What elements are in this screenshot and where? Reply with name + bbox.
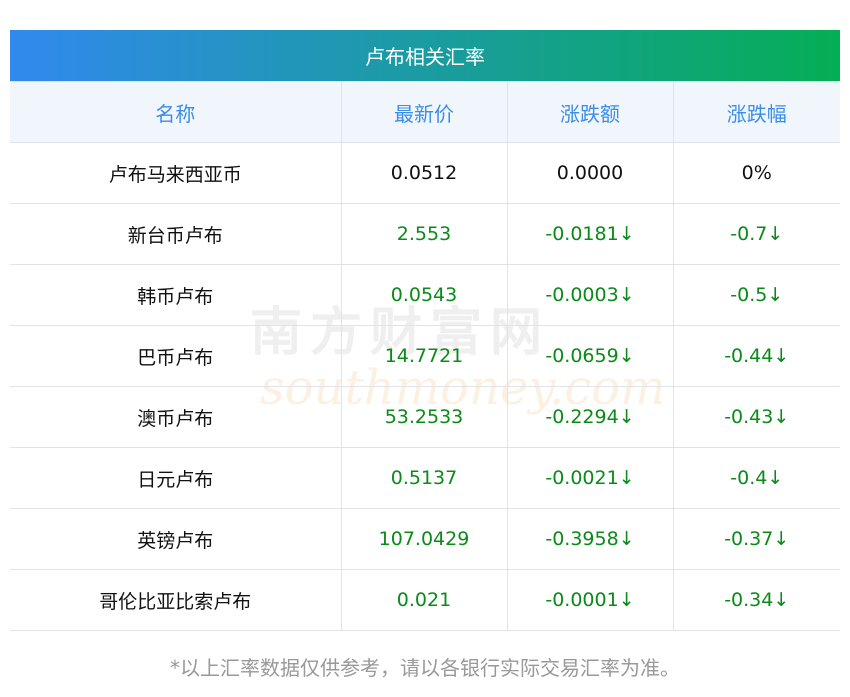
cell-pct: -0.34↓ [672, 569, 840, 631]
rate-table: 名称 最新价 涨跌额 涨跌幅 卢布马来西亚币 0.0512 0.0000 0% 新台币卢… [10, 81, 840, 631]
table-row: 新台币卢布 2.553 -0.0181↓ -0.7↓ [10, 203, 840, 265]
cell-change: -0.0659↓ [506, 325, 674, 387]
table-row: 巴币卢布 14.7721 -0.0659↓ -0.44↓ [10, 325, 840, 387]
cell-pct: -0.5↓ [672, 264, 840, 326]
table-row: 英镑卢布 107.0429 -0.3958↓ -0.37↓ [10, 508, 840, 570]
cell-change: 0.0000 [506, 142, 674, 204]
cell-change: -0.2294↓ [506, 386, 674, 448]
cell-price: 14.7721 [340, 325, 508, 387]
cell-pct: -0.44↓ [672, 325, 840, 387]
cell-price: 0.021 [340, 569, 508, 631]
table-row: 澳币卢布 53.2533 -0.2294↓ -0.43↓ [10, 386, 840, 448]
col-name: 名称 [10, 81, 342, 143]
cell-price: 0.0512 [340, 142, 508, 204]
cell-pct: -0.4↓ [672, 447, 840, 509]
cell-change: -0.0181↓ [506, 203, 674, 265]
panel-title: 卢布相关汇率 [10, 30, 840, 81]
disclaimer: *以上汇率数据仅供参考，请以各银行实际交易汇率为准。 [170, 656, 680, 680]
cell-pct: -0.43↓ [672, 386, 840, 448]
rate-table-panel: 卢布相关汇率 名称 最新价 涨跌额 涨跌幅 卢布马来西亚币 0.0512 0.000… [10, 30, 840, 631]
cell-price: 0.5137 [340, 447, 508, 509]
cell-price: 2.553 [340, 203, 508, 265]
cell-pct: -0.37↓ [672, 508, 840, 570]
col-pct: 涨跌幅 [672, 81, 840, 143]
table-row: 日元卢布 0.5137 -0.0021↓ -0.4↓ [10, 447, 840, 509]
cell-name: 日元卢布 [10, 447, 342, 509]
cell-name: 卢布马来西亚币 [10, 142, 342, 204]
cell-change: -0.0003↓ [506, 264, 674, 326]
cell-pct: -0.7↓ [672, 203, 840, 265]
table-header-row: 名称 最新价 涨跌额 涨跌幅 [10, 81, 840, 143]
col-price: 最新价 [340, 81, 508, 143]
cell-name: 巴币卢布 [10, 325, 342, 387]
cell-price: 0.0543 [340, 264, 508, 326]
cell-change: -0.0021↓ [506, 447, 674, 509]
cell-pct: 0% [672, 142, 840, 204]
table-row: 韩币卢布 0.0543 -0.0003↓ -0.5↓ [10, 264, 840, 326]
cell-price: 107.0429 [340, 508, 508, 570]
cell-name: 哥伦比亚比索卢布 [10, 569, 342, 631]
table-row: 卢布马来西亚币 0.0512 0.0000 0% [10, 142, 840, 204]
cell-name: 英镑卢布 [10, 508, 342, 570]
cell-name: 韩币卢布 [10, 264, 342, 326]
cell-name: 澳币卢布 [10, 386, 342, 448]
cell-change: -0.3958↓ [506, 508, 674, 570]
table-row: 哥伦比亚比索卢布 0.021 -0.0001↓ -0.34↓ [10, 569, 840, 631]
cell-name: 新台币卢布 [10, 203, 342, 265]
col-change: 涨跌额 [506, 81, 674, 143]
cell-change: -0.0001↓ [506, 569, 674, 631]
cell-price: 53.2533 [340, 386, 508, 448]
